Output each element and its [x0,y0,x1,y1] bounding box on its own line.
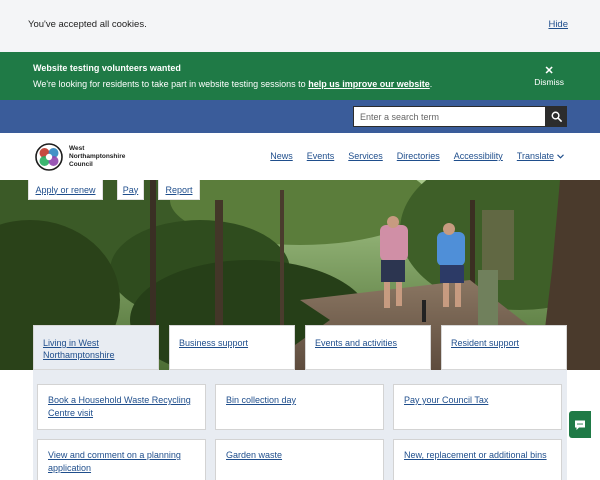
tab-business-label: Business support [179,338,249,348]
nav-item-directories[interactable]: Directories [397,151,440,161]
apply-or-renew-link[interactable]: Apply or renew [28,180,103,200]
card-planning-application[interactable]: View and comment on a planning applicati… [37,439,206,480]
card-council-tax[interactable]: Pay your Council Tax [393,384,562,430]
improve-website-link[interactable]: help us improve our website [308,79,430,89]
card-waste-recycling-centre[interactable]: Book a Household Waste Recycling Centre … [37,384,206,430]
cookie-message: You've accepted all cookies. [28,19,147,30]
notice-text-body: We're looking for residents to take part… [33,79,309,89]
cookie-banner: You've accepted all cookies. Hide [0,0,600,52]
nav-item-accessibility[interactable]: Accessibility [454,151,503,161]
search-icon [551,111,562,122]
logo-line-2: Northamptonshire [69,153,126,160]
tab-panel: Book a Household Waste Recycling Centre … [33,370,567,480]
nav-item-translate[interactable]: Translate [517,151,564,161]
notice-text-end: . [429,79,433,89]
tab-events-activities[interactable]: Events and activities [305,325,431,370]
card-label: View and comment on a planning applicati… [48,450,181,473]
dismiss-button[interactable]: ✕ Dismiss [534,65,564,87]
dismiss-label: Dismiss [534,77,564,87]
logo-line-1: West [69,145,85,152]
hide-cookie-banner-link[interactable]: Hide [548,19,568,30]
tab-events-label: Events and activities [315,338,398,348]
chevron-down-icon [557,152,564,161]
card-label: New, replacement or additional bins [404,450,547,460]
card-bin-collection-day[interactable]: Bin collection day [215,384,384,430]
card-label: Book a Household Waste Recycling Centre … [48,395,191,418]
site-header: West Northamptonshire Council News Event… [0,133,600,180]
notice-title: Website testing volunteers wanted [33,63,181,73]
chat-button[interactable] [569,411,591,438]
council-logo[interactable]: West Northamptonshire Council [33,141,125,173]
close-icon: ✕ [544,65,554,77]
nav-item-events[interactable]: Events [307,151,335,161]
card-garden-waste[interactable]: Garden waste [215,439,384,480]
tab-living-label: Living in West Northamptonshire [43,338,115,360]
nav-item-services[interactable]: Services [348,151,383,161]
card-label: Bin collection day [226,395,297,405]
search-input[interactable] [353,106,546,127]
logo-text: West Northamptonshire Council [69,145,125,169]
tab-resident-label: Resident support [451,338,520,348]
search-button[interactable] [546,106,567,127]
nav-item-news[interactable]: News [270,151,293,161]
card-label: Garden waste [226,450,283,460]
tab-resident-support[interactable]: Resident support [441,325,567,370]
logo-line-3: Council [69,161,93,168]
pay-link[interactable]: Pay [117,180,144,200]
notification-banner: Website testing volunteers wanted We're … [0,52,600,100]
chat-icon [575,420,585,430]
tab-living[interactable]: Living in West Northamptonshire [33,325,159,370]
main-nav: News Events Services Directories Accessi… [256,151,564,161]
card-label: Pay your Council Tax [404,395,489,405]
translate-label: Translate [516,151,554,161]
report-link[interactable]: Report [158,180,200,200]
card-additional-bins[interactable]: New, replacement or additional bins [393,439,562,480]
logo-emblem-icon [35,143,63,171]
tab-business-support[interactable]: Business support [169,325,295,370]
notice-text: We're looking for residents to take part… [33,79,432,89]
